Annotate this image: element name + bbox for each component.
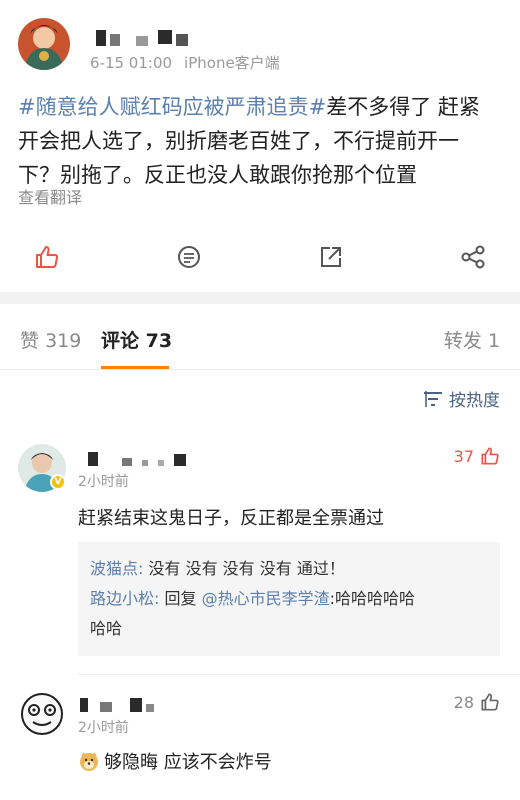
tab-likes-label: 赞 bbox=[20, 330, 40, 352]
thumbs-up-icon bbox=[481, 447, 499, 465]
reply-preview-box[interactable]: 波猫点: 没有 没有 没有 没有 通过！ 路边小松: 回复 @热心市民李学渣:哈… bbox=[78, 542, 500, 656]
post-source: iPhone客户端 bbox=[184, 54, 280, 72]
comment-like-count: 28 bbox=[453, 692, 474, 712]
sort-by-hot-button[interactable]: 按热度 bbox=[423, 386, 500, 411]
thumbs-up-icon[interactable] bbox=[34, 244, 60, 270]
author-avatar[interactable] bbox=[18, 18, 70, 70]
hashtag-link[interactable]: #随意给人赋红码应被严肃追责# bbox=[18, 95, 326, 119]
weibo-post: 6-15 01:00 iPhone客户端 #随意给人赋红码应被严肃追责#差不多得了… bbox=[0, 0, 520, 292]
tab-reposts-label: 转发 bbox=[443, 330, 482, 352]
tab-likes-count: 319 bbox=[45, 330, 82, 352]
post-body: #随意给人赋红码应被严肃追责#差不多得了 赶紧 开会把人选了，别折磨老百姓了，不… bbox=[18, 90, 508, 192]
tab-comments-label: 评论 bbox=[101, 330, 140, 352]
comment-divider bbox=[78, 674, 520, 675]
commenter-name-redacted[interactable] bbox=[78, 450, 218, 470]
tab-reposts[interactable]: 转发 1 bbox=[444, 326, 500, 353]
tab-likes[interactable]: 赞 319 bbox=[20, 326, 81, 353]
reply-text: :哈哈哈哈哈 bbox=[329, 589, 416, 608]
post-actions bbox=[0, 236, 520, 278]
comment-text: 赶紧结束这鬼日子，反正都是全票通过 bbox=[78, 508, 384, 529]
doge-emoji-icon bbox=[80, 752, 98, 771]
commenter-name-redacted[interactable] bbox=[78, 696, 218, 716]
vip-badge-icon: V bbox=[50, 474, 66, 490]
comment-like-button[interactable]: 28 bbox=[454, 692, 500, 712]
reply-text: 没有 没有 没有 没有 通过！ bbox=[148, 559, 345, 578]
comment-text: 够隐晦 应该不会炸号 bbox=[104, 752, 272, 773]
commenter-avatar[interactable] bbox=[18, 690, 66, 738]
reply-item: 波猫点: 没有 没有 没有 没有 通过！ bbox=[90, 554, 488, 584]
more-share-icon[interactable] bbox=[460, 244, 486, 270]
comment-like-button[interactable]: 37 bbox=[454, 446, 500, 466]
post-date: 6-15 01:00 bbox=[90, 54, 173, 72]
post-body-line3: 下？别拖了。反正也没人敢跟你抢那个位置 bbox=[18, 163, 417, 187]
mention-link[interactable]: @热心市民李学渣 bbox=[202, 589, 330, 608]
reply-text-continued: 哈哈 bbox=[90, 619, 123, 638]
reply-prefix: 回复 bbox=[164, 589, 197, 608]
reply-item: 路边小松: 回复 @热心市民李学渣:哈哈哈哈哈 bbox=[90, 584, 488, 614]
comment-like-count: 37 bbox=[453, 446, 474, 466]
share-icon[interactable] bbox=[318, 244, 344, 270]
post-body-line1: 差不多得了 赶紧 bbox=[326, 95, 480, 119]
section-divider bbox=[0, 292, 520, 304]
sort-label: 按热度 bbox=[449, 391, 500, 411]
post-body-line2: 开会把人选了，别折磨老百姓了，不行提前开一 bbox=[18, 129, 459, 153]
sort-icon bbox=[424, 390, 442, 407]
reply-author[interactable]: 波猫点: bbox=[90, 559, 143, 578]
comment-body: 够隐晦 应该不会炸号 bbox=[78, 748, 272, 774]
tab-comments[interactable]: 评论 73 bbox=[101, 326, 172, 353]
comment-time: 2小时前 bbox=[78, 474, 129, 490]
active-tab-indicator bbox=[101, 366, 169, 369]
tab-comments-count: 73 bbox=[145, 330, 173, 352]
author-name-redacted[interactable] bbox=[96, 28, 206, 50]
tab-reposts-count: 1 bbox=[487, 330, 500, 352]
post-meta: 6-15 01:00 iPhone客户端 bbox=[90, 52, 280, 73]
reply-author[interactable]: 路边小松: bbox=[90, 589, 159, 608]
interaction-tabs: 赞 319 评论 73 转发 1 bbox=[0, 304, 520, 370]
thumbs-up-icon bbox=[481, 693, 499, 711]
translate-link[interactable]: 查看翻译 bbox=[18, 184, 82, 208]
comment-icon[interactable] bbox=[176, 244, 202, 270]
comment-time: 2小时前 bbox=[78, 720, 129, 736]
